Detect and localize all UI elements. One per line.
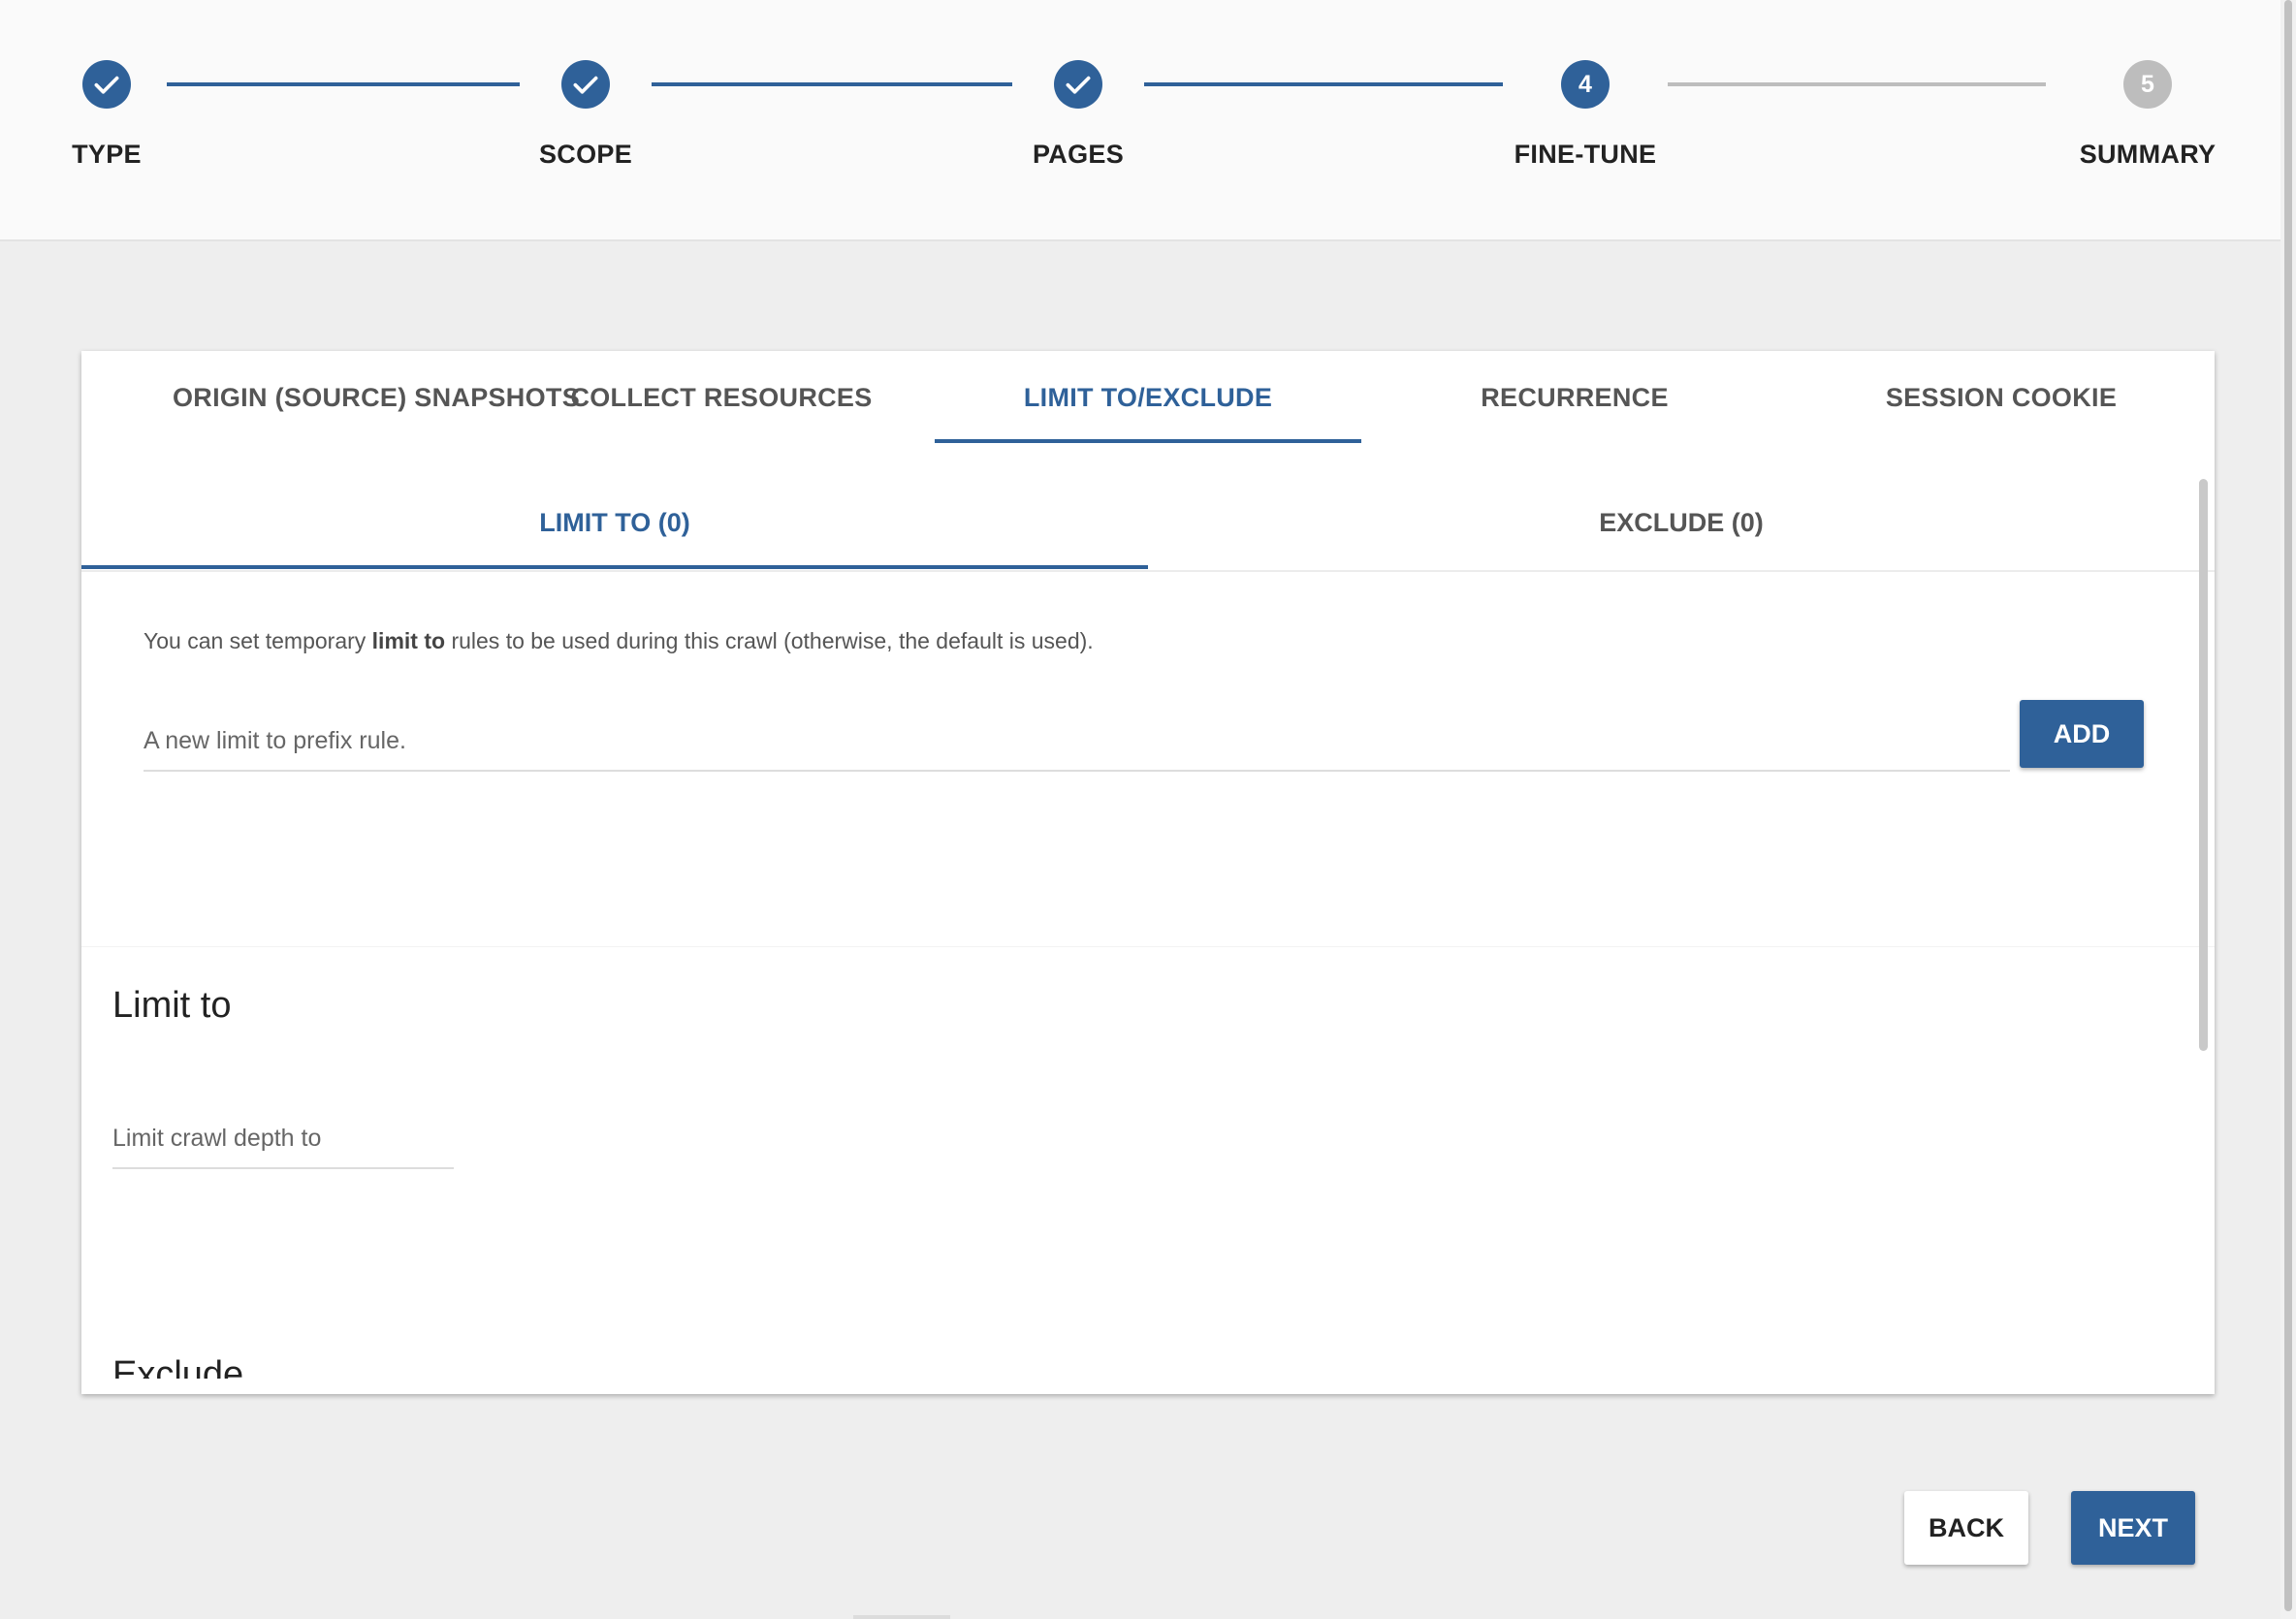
info-bold: limit to [371,628,446,653]
exclude-heading: Exclude [112,1354,244,1379]
active-subtab-indicator [81,565,1148,569]
crawl-depth-input[interactable] [112,1109,454,1169]
limit-to-heading: Limit to [112,985,232,1026]
bottom-sliver [853,1615,950,1619]
page-scrollbar[interactable] [2280,0,2296,1619]
back-button[interactable]: BACK [1904,1491,2028,1565]
step-connector-4 [1668,82,2046,86]
step-label: SUMMARY [2079,140,2216,169]
step-type-check [82,60,131,109]
step-scope[interactable]: SCOPE [460,0,712,239]
stepper: TYPE SCOPE PAGES 4 FINE-TUNE 5 SUMMARY [0,0,2280,241]
step-fine-tune[interactable]: 4 FINE-TUNE [1459,0,1711,239]
step-label: FINE-TUNE [1514,140,1657,169]
subtab-exclude[interactable]: EXCLUDE (0) [1148,477,2215,568]
info-suffix: rules to be used during this crawl (othe… [445,628,1094,653]
page-scroll-thumb[interactable] [2284,0,2292,1611]
add-rule-button[interactable]: ADD [2020,700,2144,768]
step-pages-check [1054,60,1102,109]
tab-session-cookie[interactable]: SESSION COOKIE [1788,351,2215,444]
step-label: TYPE [72,140,142,169]
step-label: PAGES [1032,140,1125,169]
settings-tabs: ORIGIN (SOURCE) SNAPSHOTS COLLECT RESOUR… [81,351,2215,444]
check-icon [94,76,119,94]
step-scope-check [561,60,610,109]
subtab-limit-to[interactable]: LIMIT TO (0) [81,477,1148,568]
check-icon [573,76,598,94]
limit-exclude-subtabs: LIMIT TO (0) EXCLUDE (0) [81,477,2215,572]
tab-limit-exclude[interactable]: LIMIT TO/EXCLUDE [935,351,1361,444]
card-scrollbar[interactable] [2199,479,2208,1051]
tab-recurrence[interactable]: RECURRENCE [1361,351,1788,444]
step-label: SCOPE [538,140,633,169]
step-number: 5 [2123,60,2172,109]
step-type[interactable]: TYPE [0,0,233,239]
step-pages[interactable]: PAGES [952,0,1204,239]
step-summary[interactable]: 5 SUMMARY [2022,0,2274,239]
fine-tune-card: ORIGIN (SOURCE) SNAPSHOTS COLLECT RESOUR… [81,351,2215,1394]
next-button[interactable]: NEXT [2071,1491,2195,1565]
limit-to-info-text: You can set temporary limit to rules to … [144,628,1094,654]
check-icon [1066,76,1091,94]
step-number: 4 [1561,60,1610,109]
section-divider [81,946,2215,947]
info-prefix: You can set temporary [144,628,372,653]
limit-prefix-rule-input[interactable] [144,712,2010,772]
tab-collect-resources[interactable]: COLLECT RESOURCES [508,351,935,444]
active-tab-indicator [935,439,1361,443]
